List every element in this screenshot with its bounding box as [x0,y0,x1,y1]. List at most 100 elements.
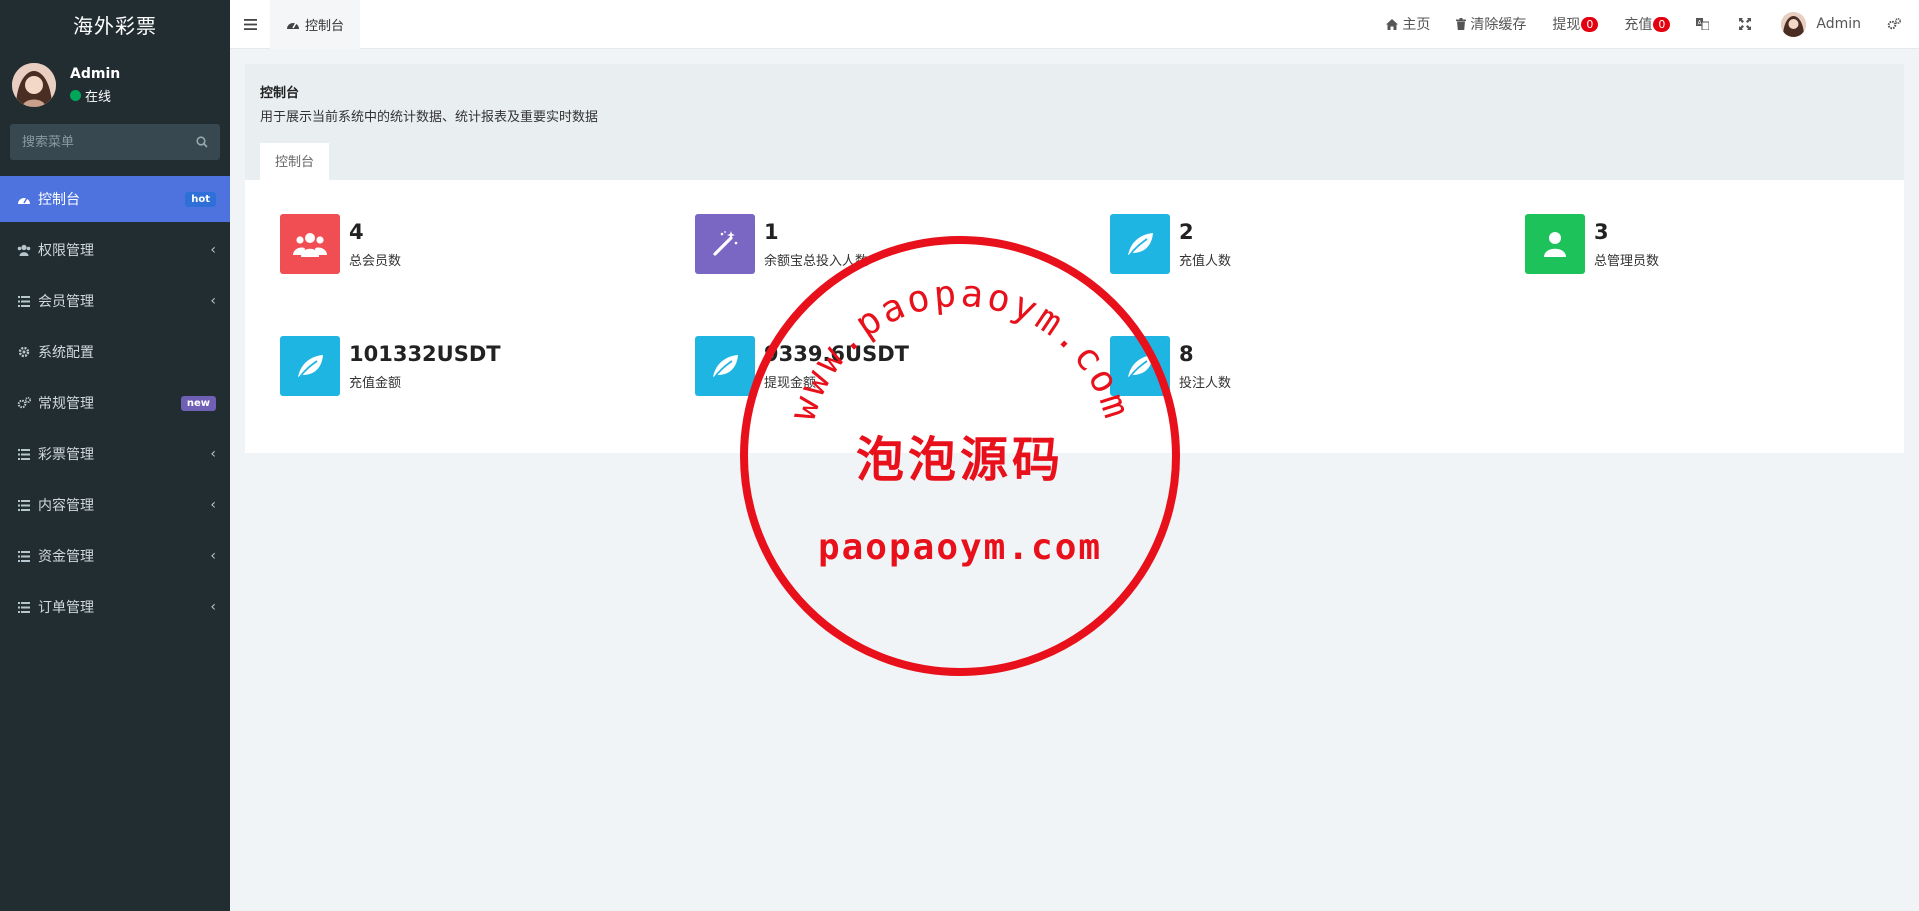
leaf-icon [695,336,755,396]
stat-withdraw-amount: 9339.6USDT 提现金额 [695,336,909,396]
dashboard-icon [17,192,31,206]
stat-value: 2 [1179,219,1194,244]
recharge-link[interactable]: 充值 0 [1611,0,1683,49]
page-title: 控制台 [260,86,300,101]
content-header: 控制台 用于展示当前系统中的统计数据、统计报表及重要实时数据 控制台 [245,64,1904,183]
stat-value: 1 [764,219,779,244]
fullscreen-icon [1739,18,1752,30]
stat-recharge-amount: 101332USDT 充值金额 [280,336,501,396]
tab-dashboard[interactable]: 控制台 [260,143,330,183]
magic-icon [695,214,755,274]
sidebar-item-label: 控制台 [38,192,80,208]
stat-value: 9339.6USDT [764,341,909,366]
clear-cache-button[interactable]: 清除缓存 [1443,0,1539,49]
tab-bar: 控制台 [260,143,1889,183]
sidebar-item-label: 资金管理 [38,549,94,565]
leaf-icon [280,336,340,396]
gears-icon [1887,18,1901,30]
chevron-left-icon: ‹ [210,599,216,615]
list-icon [17,294,31,308]
withdraw-label: 提现 [1552,17,1581,33]
recharge-label: 充值 [1624,17,1653,33]
home-link[interactable]: 主页 [1373,0,1443,49]
menu-search [10,124,220,160]
stat-label: 充值人数 [1179,253,1232,269]
list-icon [17,447,31,461]
home-icon [1386,18,1399,30]
leaf-icon [1110,336,1170,396]
top-navbar: 控制台 主页 清除缓存 提现 0 充值 0 A Admin [230,0,1919,49]
online-dot-icon [70,89,81,101]
stat-total-admins: 3 总管理员数 [1525,214,1659,274]
chevron-left-icon: ‹ [210,446,216,462]
settings-button[interactable] [1874,0,1919,49]
stat-yuebao-investors: 1 余额宝总投入人数 [695,214,868,274]
sidebar-item-orders[interactable]: 订单管理 ‹ [0,584,230,630]
users-icon [280,214,340,274]
page-description: 用于展示当前系统中的统计数据、统计报表及重要实时数据 [260,110,599,125]
sidebar-item-funds[interactable]: 资金管理 ‹ [0,533,230,579]
stat-total-members: 4 总会员数 [280,214,401,274]
menu-search-input[interactable] [22,134,172,150]
stat-bettors: 8 投注人数 [1110,336,1231,396]
clear-cache-label: 清除缓存 [1470,17,1527,33]
stat-label: 余额宝总投入人数 [764,253,869,269]
sidebar-item-system-config[interactable]: 系统配置 [0,329,230,375]
sidebar-toggle-icon[interactable] [230,0,270,49]
sidebar-item-general[interactable]: 常规管理 new [0,380,230,426]
withdraw-link[interactable]: 提现 0 [1539,0,1611,49]
sidebar-item-members[interactable]: 会员管理 ‹ [0,278,230,324]
main-panel: 控制台 用于展示当前系统中的统计数据、统计报表及重要实时数据 控制台 4 总会员… [245,64,1904,453]
chevron-left-icon: ‹ [210,497,216,513]
sidebar-item-label: 常规管理 [38,396,94,412]
gear-icon [17,345,31,359]
user-panel: Admin 在线 [0,49,230,121]
sidebar-item-dashboard[interactable]: 控制台 hot [0,176,230,222]
stat-label: 总会员数 [349,253,402,269]
watermark-bottom-text: paopaoym.com [818,527,1102,568]
sidebar-item-label: 系统配置 [38,345,94,361]
tab-label: 控制台 [305,18,345,34]
stats-grid: 4 总会员数 1 余额宝总投入人数 2 充值人数 3 总管理员数 101332U… [245,180,1904,453]
stat-value: 4 [349,219,364,244]
tab-dashboard[interactable]: 控制台 [270,0,361,49]
chevron-left-icon: ‹ [210,242,216,258]
user-menu[interactable]: Admin [1768,0,1874,49]
stat-value: 8 [1179,341,1194,366]
sidebar-item-permissions[interactable]: 权限管理 ‹ [0,227,230,273]
user-icon [1525,214,1585,274]
withdraw-count-badge: 0 [1581,16,1599,32]
user-name: Admin [70,65,121,82]
stat-recharge-users: 2 充值人数 [1110,214,1231,274]
sidebar-item-content[interactable]: 内容管理 ‹ [0,482,230,528]
sidebar-item-lottery[interactable]: 彩票管理 ‹ [0,431,230,477]
search-icon[interactable] [196,133,208,152]
language-icon: A [1696,18,1710,30]
avatar[interactable] [12,63,56,107]
sidebar-item-label: 内容管理 [38,498,94,514]
language-button[interactable]: A [1683,0,1726,49]
sidebar-item-label: 彩票管理 [38,447,94,463]
sidebar-menu: 控制台 hot 权限管理 ‹ 会员管理 ‹ 系统配置 常规管理 new 彩票管理… [0,176,230,630]
list-icon [17,600,31,614]
user-status-label: 在线 [85,89,112,105]
gears-icon [17,396,31,410]
home-label: 主页 [1402,17,1431,33]
stat-value: 101332USDT [349,341,501,366]
sidebar-item-label: 会员管理 [38,294,94,310]
stat-label: 投注人数 [1179,375,1232,391]
avatar [1781,11,1807,37]
list-icon [17,549,31,563]
fullscreen-button[interactable] [1726,0,1768,49]
chevron-left-icon: ‹ [210,548,216,564]
stat-value: 3 [1594,219,1609,244]
hot-badge: hot [185,191,216,207]
brand-logo[interactable]: 海外彩票 [0,0,230,49]
user-status: 在线 [70,86,120,105]
stat-label: 总管理员数 [1594,253,1660,269]
recharge-count-badge: 0 [1653,16,1671,32]
stat-label: 提现金额 [764,375,817,391]
list-icon [17,498,31,512]
trash-icon [1456,18,1467,30]
dashboard-icon [287,22,299,29]
